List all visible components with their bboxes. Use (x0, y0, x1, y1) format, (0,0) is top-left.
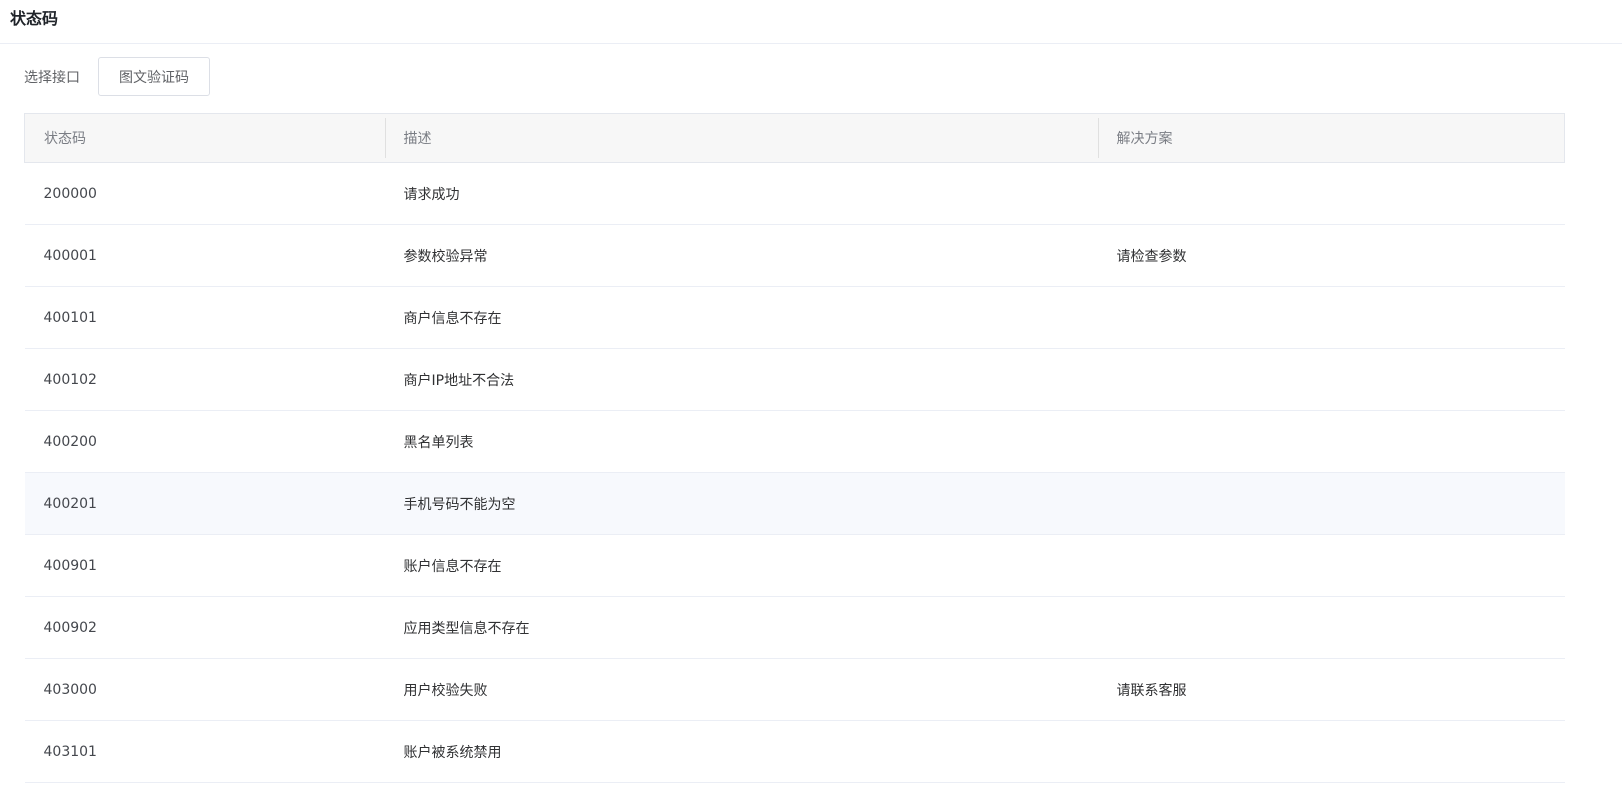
status-code-cell: 403101 (43, 743, 97, 760)
table-row[interactable]: 403101 账户被系统禁用 (24, 721, 1565, 783)
status-code-cell: 400200 (43, 433, 97, 450)
status-code-cell: 400001 (43, 247, 97, 264)
solution-cell (1098, 597, 1565, 659)
status-code-cell: 200000 (43, 185, 97, 202)
table-row[interactable]: 400102 商户IP地址不合法 (24, 349, 1565, 411)
table-header-row: 状态码 描述 解决方案 (24, 113, 1565, 163)
column-header-description[interactable]: 描述 (384, 113, 1098, 163)
status-code-cell: 400902 (43, 619, 97, 636)
description-cell: 账户信息不存在 (403, 558, 502, 575)
status-code-table: 状态码 描述 解决方案 200000 请求成功 400001 参数校验异常 请检查参数 4… (24, 113, 1565, 783)
status-code-cell: 400101 (43, 309, 97, 326)
description-cell: 手机号码不能为空 (403, 496, 516, 513)
solution-cell: 请联系客服 (1116, 682, 1187, 699)
description-cell: 商户IP地址不合法 (403, 372, 515, 389)
status-code-cell: 400102 (43, 371, 97, 388)
column-header-code[interactable]: 状态码 (24, 113, 385, 163)
solution-cell: 请检查参数 (1116, 248, 1187, 265)
api-selector-label: 选择接口 (24, 69, 80, 86)
description-cell: 参数校验异常 (403, 248, 488, 265)
solution-cell (1098, 535, 1565, 597)
table-row[interactable]: 400200 黑名单列表 (24, 411, 1565, 473)
status-code-cell: 400901 (43, 557, 97, 574)
solution-cell (1098, 411, 1565, 473)
description-cell: 请求成功 (403, 186, 460, 203)
solution-cell (1098, 163, 1565, 225)
table-row[interactable]: 400001 参数校验异常 请检查参数 (24, 225, 1565, 287)
description-cell: 黑名单列表 (403, 434, 474, 451)
status-code-cell: 400201 (43, 495, 97, 512)
solution-cell (1098, 349, 1565, 411)
table-body: 200000 请求成功 400001 参数校验异常 请检查参数 400101 商户信息不存在… (24, 163, 1565, 783)
table-row[interactable]: 403000 用户校验失败 请联系客服 (24, 659, 1565, 721)
page-header: 状态码 (0, 0, 1622, 44)
api-option-button[interactable]: 图文验证码 (98, 57, 210, 96)
description-cell: 应用类型信息不存在 (403, 620, 530, 637)
table-row[interactable]: 200000 请求成功 (24, 163, 1565, 225)
table-row[interactable]: 400201 手机号码不能为空 (24, 472, 1565, 535)
description-cell: 用户校验失败 (403, 682, 488, 699)
table-row[interactable]: 400101 商户信息不存在 (24, 287, 1565, 349)
solution-cell (1098, 473, 1565, 535)
description-cell: 商户信息不存在 (403, 310, 502, 327)
column-header-solution[interactable]: 解决方案 (1097, 113, 1565, 163)
table-row[interactable]: 400901 账户信息不存在 (24, 535, 1565, 597)
solution-cell (1098, 721, 1565, 783)
status-code-cell: 403000 (43, 681, 97, 698)
table-row[interactable]: 400902 应用类型信息不存在 (24, 597, 1565, 659)
api-selector: 选择接口 图文验证码 (24, 57, 210, 96)
description-cell: 账户被系统禁用 (403, 744, 502, 761)
solution-cell (1098, 287, 1565, 349)
page-title: 状态码 (10, 8, 59, 28)
